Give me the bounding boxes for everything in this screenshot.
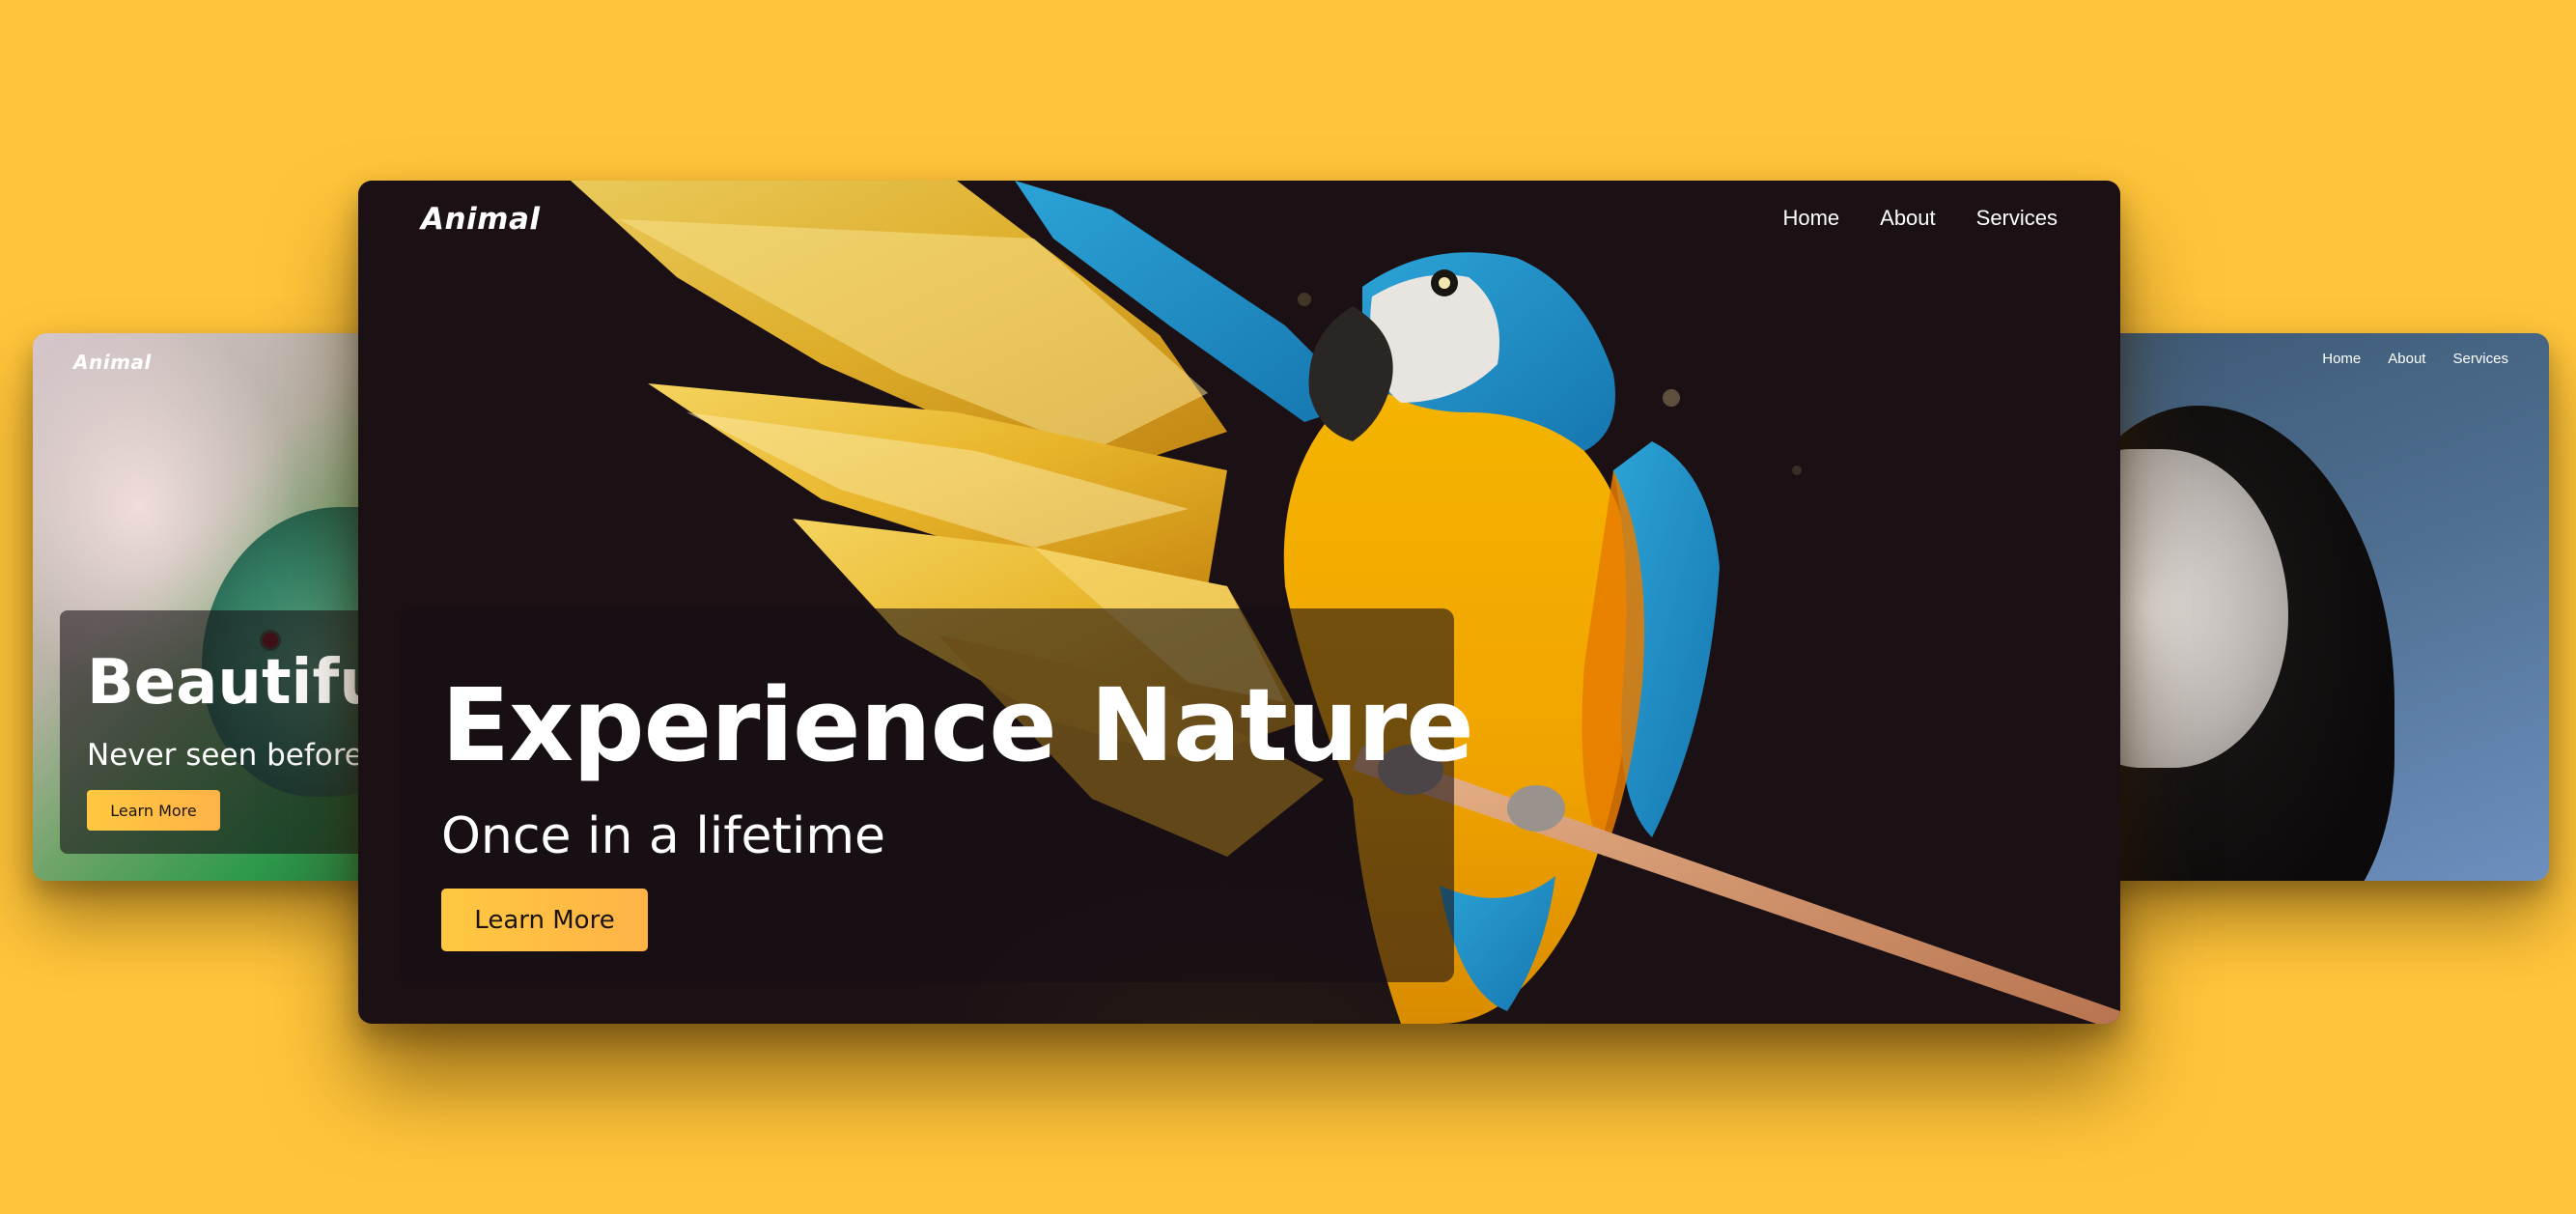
- hero-panel: Experience Nature Once in a lifetime Lea…: [400, 608, 1474, 982]
- nav-home[interactable]: Home: [1782, 206, 1839, 231]
- hero-title: Beautifu: [87, 647, 383, 719]
- slide-card-right[interactable]: Home About Services: [2095, 333, 2549, 881]
- nav-about[interactable]: About: [1880, 206, 1936, 231]
- nav-about[interactable]: About: [2388, 351, 2425, 367]
- logo[interactable]: Animal: [421, 202, 541, 237]
- nav-services[interactable]: Services: [1976, 206, 2058, 231]
- hero-title: Experience Nature: [441, 666, 1474, 784]
- slide-card-main[interactable]: Animal Home About Services Experience Na…: [358, 181, 2120, 1024]
- nav-menu: Home About Services: [2322, 351, 2508, 367]
- hero-subtitle: Once in a lifetime: [441, 807, 886, 865]
- nav-menu: Home About Services: [1782, 206, 2058, 231]
- nav-services[interactable]: Services: [2452, 351, 2508, 367]
- learn-more-button[interactable]: Learn More: [87, 790, 220, 831]
- learn-more-button[interactable]: Learn More: [441, 889, 648, 951]
- hero-subtitle: Never seen before: [87, 738, 363, 773]
- logo[interactable]: Animal: [73, 351, 152, 374]
- nav-home[interactable]: Home: [2322, 351, 2361, 367]
